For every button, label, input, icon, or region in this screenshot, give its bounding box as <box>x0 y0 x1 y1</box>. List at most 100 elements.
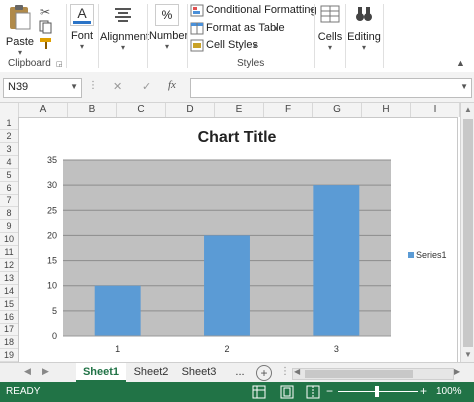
styles-group-label: Styles <box>237 58 265 69</box>
chevron-down-icon: ▾ <box>120 43 125 52</box>
name-box-value: N39 <box>8 81 29 93</box>
row-header[interactable]: 19 <box>0 349 18 363</box>
column-header[interactable]: I <box>411 103 460 117</box>
scroll-thumb[interactable] <box>463 119 473 347</box>
paste-button[interactable]: Paste ▾ <box>4 4 36 57</box>
align-icon <box>115 8 131 22</box>
chart-object[interactable]: Chart Title 0 5 10 15 20 25 30 35 1 2 3 Series1 <box>18 117 458 363</box>
cells-button[interactable]: Cells ▾ <box>316 4 344 64</box>
scroll-up-icon[interactable]: ▲ <box>464 105 472 114</box>
more-sheets-button[interactable]: ... <box>230 363 250 382</box>
bar <box>204 235 250 336</box>
alignment-button[interactable]: Alignment ▾ <box>100 4 149 64</box>
name-box[interactable]: N39 ▼ <box>3 78 82 98</box>
row-header[interactable]: 10 <box>0 233 18 247</box>
chevron-down-icon: ▾ <box>361 43 366 52</box>
page-layout-icon[interactable] <box>280 385 294 399</box>
conditional-formatting-button[interactable]: Conditional Formatting ▾ <box>190 4 317 18</box>
more-dots-icon: ⋮ <box>88 80 98 91</box>
sheet-tab[interactable]: Sheet1 <box>76 363 126 382</box>
prev-sheet-icon[interactable]: ◀ <box>24 366 31 377</box>
scroll-left-icon[interactable]: ◀ <box>294 367 300 376</box>
editing-button[interactable]: Editing ▾ <box>347 4 381 64</box>
column-header[interactable]: B <box>68 103 117 117</box>
formula-input[interactable]: ▼ <box>190 78 472 98</box>
zoom-slider-thumb[interactable] <box>375 386 379 397</box>
x-tick-label: 1 <box>115 344 120 354</box>
row-header[interactable]: 4 <box>0 156 18 169</box>
row-header[interactable]: 9 <box>0 220 18 234</box>
format-as-table-button[interactable]: Format as Table ▾ <box>190 22 290 36</box>
chevron-down-icon: ▾ <box>253 41 258 50</box>
conditional-formatting-label: Conditional Formatting <box>206 4 317 16</box>
y-tick-label: 0 <box>52 331 57 341</box>
row-header[interactable]: 14 <box>0 285 18 298</box>
select-all-corner[interactable] <box>0 103 19 117</box>
zoom-level[interactable]: 100% <box>436 386 462 397</box>
row-header[interactable]: 17 <box>0 323 18 337</box>
collapse-ribbon-icon[interactable]: ▲ <box>456 58 465 68</box>
column-header[interactable]: E <box>215 103 264 117</box>
cell-styles-button[interactable]: Cell Styles ▾ <box>190 39 270 53</box>
cut-icon[interactable]: ✂ <box>38 4 54 18</box>
row-header[interactable]: 6 <box>0 182 18 195</box>
cells-label: Cells <box>317 31 343 43</box>
sheet-tab[interactable]: Sheet2 <box>128 363 174 382</box>
cancel-icon[interactable]: ✕ <box>113 80 122 93</box>
format-painter-icon[interactable] <box>38 36 54 50</box>
ribbon-divider <box>314 4 315 68</box>
expand-formula-icon[interactable]: ▼ <box>460 82 468 91</box>
font-button[interactable]: A Font ▾ <box>68 4 96 64</box>
next-sheet-icon[interactable]: ▶ <box>42 366 49 377</box>
y-tick-label: 35 <box>47 155 57 165</box>
sheet-tab[interactable]: Sheet3 <box>176 363 222 382</box>
column-header[interactable]: A <box>19 103 68 117</box>
row-header[interactable]: 12 <box>0 259 18 272</box>
column-header[interactable]: F <box>264 103 313 117</box>
table-icon <box>190 22 204 35</box>
alignment-label: Alignment <box>100 31 149 43</box>
ribbon-divider <box>187 4 188 68</box>
row-header[interactable]: 1 <box>0 117 18 130</box>
row-header[interactable]: 7 <box>0 194 18 208</box>
column-header[interactable]: C <box>117 103 166 117</box>
row-header[interactable]: 3 <box>0 143 18 156</box>
chevron-down-icon: ▾ <box>274 24 279 33</box>
horizontal-scrollbar[interactable] <box>292 368 454 380</box>
copy-icon[interactable] <box>38 20 54 34</box>
enter-icon[interactable]: ✓ <box>142 80 151 93</box>
row-header[interactable]: 16 <box>0 311 18 324</box>
clipboard-icon <box>10 5 31 30</box>
insert-function-icon[interactable]: fx <box>168 79 176 91</box>
row-header[interactable]: 8 <box>0 207 18 221</box>
format-as-table-label: Format as Table <box>206 22 285 34</box>
scroll-right-icon[interactable]: ▶ <box>454 367 460 376</box>
bar-chart: Chart Title 0 5 10 15 20 25 30 35 1 2 3 Series1 <box>47 129 447 354</box>
number-button[interactable]: % Number ▾ <box>149 4 188 64</box>
y-tick-label: 5 <box>52 306 57 316</box>
tab-splitter-icon[interactable]: ⋮ <box>280 366 290 377</box>
row-header[interactable]: 5 <box>0 169 18 182</box>
hscroll-thumb[interactable] <box>305 370 413 378</box>
dialog-launcher-icon[interactable]: ◲ <box>56 60 64 68</box>
row-header[interactable]: 13 <box>0 272 18 285</box>
y-tick-label: 25 <box>47 205 57 215</box>
normal-view-icon[interactable] <box>252 385 266 399</box>
row-header[interactable]: 11 <box>0 246 18 259</box>
page-break-icon[interactable] <box>306 385 320 399</box>
column-header[interactable]: G <box>313 103 362 117</box>
zoom-in-button[interactable]: + <box>420 384 427 398</box>
row-header[interactable]: 18 <box>0 336 18 350</box>
vertical-scrollbar[interactable]: ▲ ▼ <box>460 103 474 362</box>
row-header[interactable]: 2 <box>0 130 18 143</box>
scroll-down-icon[interactable]: ▼ <box>464 350 472 359</box>
x-tick-label: 2 <box>224 344 229 354</box>
chevron-down-icon[interactable]: ▼ <box>70 82 78 91</box>
add-sheet-icon[interactable]: + <box>256 365 272 381</box>
zoom-out-button[interactable]: − <box>326 384 333 398</box>
font-label: Font <box>70 30 93 42</box>
column-header[interactable]: D <box>166 103 215 117</box>
row-header[interactable]: 15 <box>0 298 18 311</box>
chevron-down-icon: ▾ <box>164 42 169 51</box>
column-header[interactable]: H <box>362 103 411 117</box>
